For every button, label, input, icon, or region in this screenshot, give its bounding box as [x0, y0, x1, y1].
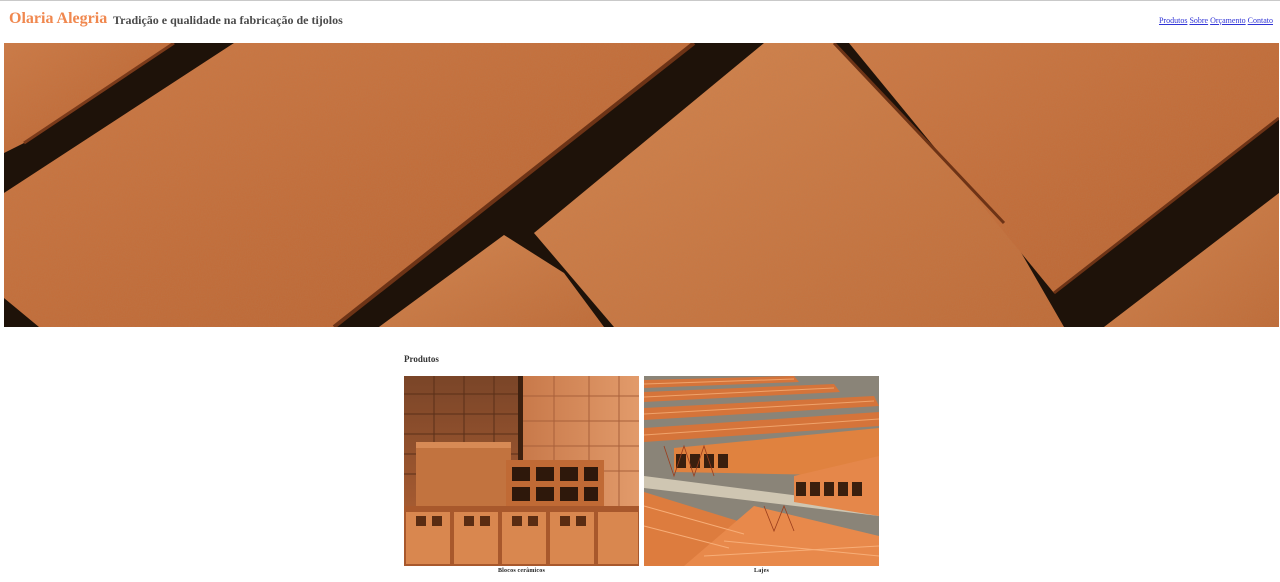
nav-link-sobre[interactable]: Sobre	[1189, 16, 1208, 25]
product-card-lajes[interactable]: Lajes	[644, 376, 879, 574]
hero-banner-image	[4, 43, 1279, 327]
nav-link-produtos[interactable]: Produtos	[1159, 16, 1187, 25]
product-caption-blocos: Blocos cerâmicos	[497, 568, 546, 574]
site-logo[interactable]: Olaria Alegria	[9, 10, 107, 28]
product-caption-lajes: Lajes	[754, 568, 769, 574]
main-nav: Produtos Sobre Orçamento Contato	[1157, 16, 1273, 25]
product-photo-lajes[interactable]	[644, 376, 879, 566]
site-header: Olaria Alegria Tradição e qualidade na f…	[0, 1, 1280, 42]
nav-link-orcamento[interactable]: Orçamento	[1210, 16, 1246, 25]
products-section-title: Produtos	[404, 354, 439, 364]
product-card-blocos[interactable]: Blocos cerâmicos	[404, 376, 639, 574]
nav-link-contato[interactable]: Contato	[1248, 16, 1273, 25]
product-photo-blocos[interactable]	[404, 376, 639, 566]
site-tagline: Tradição e qualidade na fabricação de ti…	[113, 13, 343, 27]
